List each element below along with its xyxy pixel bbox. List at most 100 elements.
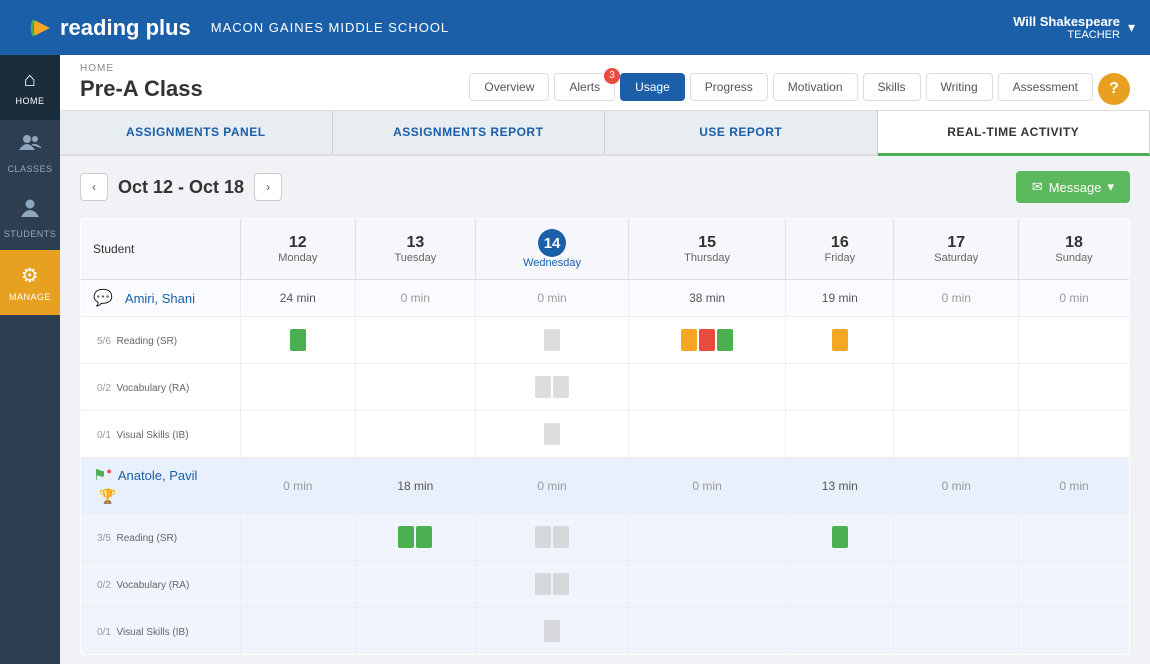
- sub-row-label: 0/2 Vocabulary (RA): [81, 364, 241, 411]
- tab-assessment[interactable]: Assessment: [998, 73, 1093, 101]
- student-link[interactable]: Amiri, Shani: [125, 291, 195, 306]
- sub-bar-tue: [355, 561, 475, 608]
- tab-progress[interactable]: Progress: [690, 73, 768, 101]
- user-area[interactable]: Will Shakespeare TEACHER ▾: [1013, 14, 1135, 41]
- sub-bar-sat: [894, 608, 1019, 655]
- sidebar-item-home[interactable]: ⌂ HOME: [0, 55, 60, 120]
- sub-bar-mon: [241, 514, 356, 561]
- logo-icon: [20, 8, 60, 48]
- tab-skills[interactable]: Skills: [863, 73, 921, 101]
- table-row: 3/5 Reading (SR): [81, 514, 1130, 561]
- sub-row-label: 0/1 Visual Skills (IB): [81, 411, 241, 458]
- sub-bar-thu: [628, 411, 785, 458]
- col-header-thu: 15Thursday: [628, 219, 785, 280]
- trophy-icon: 🏆: [99, 488, 116, 504]
- alerts-badge: 3: [604, 68, 620, 84]
- bar: [553, 376, 569, 398]
- sub-row-label: 3/5 Reading (SR): [81, 514, 241, 561]
- sub-tab-assignments-report[interactable]: ASSIGNMENTS REPORT: [333, 111, 606, 154]
- table-row: 5/6 Reading (SR): [81, 317, 1130, 364]
- tab-writing[interactable]: Writing: [926, 73, 993, 101]
- bar: [832, 526, 848, 548]
- student-name-cell: ⚑● Anatole, Pavil 🏆: [81, 458, 241, 514]
- classes-icon: [19, 132, 41, 160]
- bar: [535, 526, 551, 548]
- user-dropdown-arrow[interactable]: ▾: [1128, 19, 1135, 36]
- date-nav: ‹ Oct 12 - Oct 18 › ✉ Message ▾: [80, 171, 1130, 203]
- sub-bar-thu: [628, 514, 785, 561]
- tab-motivation[interactable]: Motivation: [773, 73, 858, 101]
- col-header-tue: 13Tuesday: [355, 219, 475, 280]
- table-row: ⚑● Anatole, Pavil 🏆 0 min 18 min 0 min 0…: [81, 458, 1130, 514]
- student-name-cell: 💬 Amiri, Shani: [81, 280, 241, 317]
- student-name-container: ⚑● Anatole, Pavil: [93, 466, 232, 484]
- bar: [699, 329, 715, 351]
- sub-bar-sun: [1019, 561, 1130, 608]
- bar: [681, 329, 697, 351]
- bar: [553, 573, 569, 595]
- tab-overview[interactable]: Overview: [469, 73, 549, 101]
- sidebar-item-manage[interactable]: ⚙ MANAGE: [0, 250, 60, 315]
- sub-bar-fri: [786, 364, 894, 411]
- top-bar: reading plus MACON GAINES MIDDLE SCHOOL …: [0, 0, 1150, 55]
- bar: [416, 526, 432, 548]
- sub-bar-fri: [786, 561, 894, 608]
- bar: [832, 329, 848, 351]
- table-row: 0/2 Vocabulary (RA): [81, 561, 1130, 608]
- sub-bar-sat: [894, 364, 1019, 411]
- sub-bar-tue: [355, 411, 475, 458]
- manage-icon: ⚙: [21, 263, 39, 288]
- sub-bar-mon: [241, 364, 356, 411]
- sub-tab-assignments-panel[interactable]: ASSIGNMENTS PANEL: [60, 111, 333, 154]
- bar: [535, 573, 551, 595]
- sub-tab-use-report[interactable]: USE REPORT: [605, 111, 878, 154]
- sidebar-item-classes[interactable]: CLASSES: [0, 120, 60, 185]
- student-minutes-fri: 19 min: [786, 280, 894, 317]
- table-row: 0/1 Visual Skills (IB): [81, 608, 1130, 655]
- help-button[interactable]: ?: [1098, 73, 1130, 105]
- sidebar: ⌂ HOME CLASSES STUDENTS ⚙ MANAGE: [0, 55, 60, 664]
- student-minutes-sat: 0 min: [894, 458, 1019, 514]
- sidebar-label-classes: CLASSES: [7, 164, 52, 174]
- content-area: ‹ Oct 12 - Oct 18 › ✉ Message ▾ Student …: [60, 156, 1150, 664]
- date-range: Oct 12 - Oct 18: [118, 177, 244, 198]
- sub-bar-mon: [241, 561, 356, 608]
- tab-usage[interactable]: Usage: [620, 73, 685, 101]
- bar: [544, 620, 560, 642]
- sub-bar-tue: [355, 608, 475, 655]
- sub-tab-real-time-activity[interactable]: REAL-TIME ACTIVITY: [878, 111, 1150, 156]
- student-link[interactable]: Anatole, Pavil: [118, 468, 198, 483]
- sub-bar-sun: [1019, 514, 1130, 561]
- student-minutes-sat: 0 min: [894, 280, 1019, 317]
- table-header-row: Student 12Monday 13Tuesday 14Wednesday 1…: [81, 219, 1130, 280]
- sub-bar-sat: [894, 411, 1019, 458]
- sub-bar-thu: [628, 561, 785, 608]
- bar: [544, 423, 560, 445]
- sub-bar-mon: [241, 411, 356, 458]
- bar: [717, 329, 733, 351]
- sub-tabs: ASSIGNMENTS PANEL ASSIGNMENTS REPORT USE…: [60, 111, 1150, 156]
- col-header-student: Student: [81, 219, 241, 280]
- sub-bar-tue: [355, 514, 475, 561]
- student-minutes-wed: 0 min: [476, 458, 629, 514]
- home-icon: ⌂: [24, 69, 37, 92]
- message-button[interactable]: ✉ Message ▾: [1016, 171, 1130, 203]
- logo-label: reading plus: [60, 15, 191, 41]
- student-name-container: 💬 Amiri, Shani: [93, 288, 232, 308]
- sidebar-item-students[interactable]: STUDENTS: [0, 185, 60, 250]
- sub-bar-mon: [241, 317, 356, 364]
- tab-alerts[interactable]: Alerts3: [554, 73, 615, 101]
- sub-bar-wed: [476, 364, 629, 411]
- logo-area: reading plus MACON GAINES MIDDLE SCHOOL: [0, 0, 469, 55]
- student-minutes-sun: 0 min: [1019, 280, 1130, 317]
- sub-bar-wed: [476, 317, 629, 364]
- prev-week-button[interactable]: ‹: [80, 173, 108, 201]
- message-label: Message: [1049, 180, 1102, 195]
- sub-bar-wed: [476, 514, 629, 561]
- next-week-button[interactable]: ›: [254, 173, 282, 201]
- student-minutes-thu: 0 min: [628, 458, 785, 514]
- bar: [398, 526, 414, 548]
- sub-row-label: 0/1 Visual Skills (IB): [81, 608, 241, 655]
- bar: [553, 526, 569, 548]
- sub-bar-thu: [628, 364, 785, 411]
